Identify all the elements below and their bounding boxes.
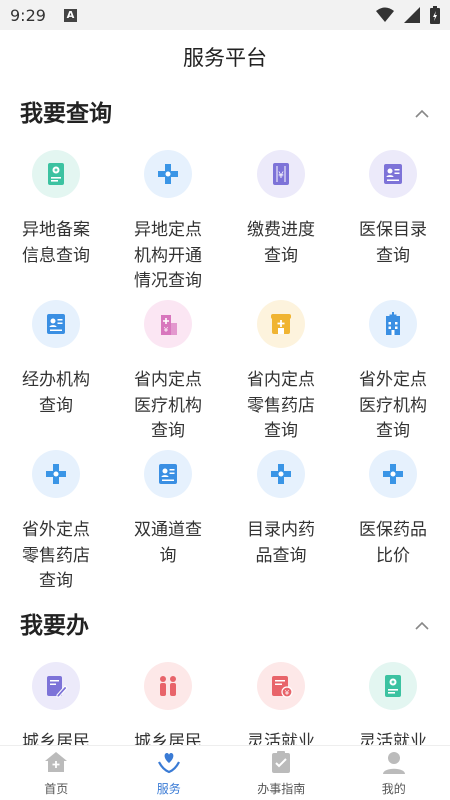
family-icon: [144, 662, 192, 710]
query-item-label: 目录内药品查询: [247, 520, 315, 566]
bottom-tab-bar: 首页 服务 办事指南 我的: [0, 745, 450, 800]
tab-label: 首页: [44, 781, 69, 796]
query-item-label: 缴费进度查询: [247, 220, 315, 266]
query-item[interactable]: 双通道查询: [112, 450, 224, 569]
tab-label: 服务: [156, 781, 181, 796]
tab-label: 办事指南: [257, 781, 306, 796]
document-badge-icon: [369, 662, 417, 710]
do-item[interactable]: 城乡居民: [112, 662, 224, 756]
query-item[interactable]: 经办机构查询: [0, 300, 112, 419]
checklist-icon: [268, 750, 294, 778]
tab-heart-hands[interactable]: 服务: [113, 746, 226, 800]
profile-card-icon: [144, 450, 192, 498]
hospital-icon: [369, 300, 417, 348]
query-item-label: 异地备案信息查询: [22, 220, 90, 266]
document-badge-icon: [32, 150, 80, 198]
tab-home[interactable]: 首页: [0, 746, 113, 800]
medical-cross-icon: [144, 150, 192, 198]
query-item[interactable]: 医保目录查询: [337, 150, 449, 269]
svg-text:¥: ¥: [285, 689, 290, 697]
yuan-receipt-icon: ¥: [257, 150, 305, 198]
query-item[interactable]: ¥ 缴费进度查询: [225, 150, 337, 269]
medical-cross-icon: [32, 450, 80, 498]
signal-icon: [404, 7, 420, 23]
query-section-title: 我要查询: [20, 101, 112, 127]
battery-icon: [430, 6, 440, 24]
query-item-label: 医保药品比价: [359, 520, 427, 566]
query-item[interactable]: 省外定点医疗机构查询: [337, 300, 449, 445]
do-section-title: 我要办: [20, 613, 89, 639]
query-item-label: 省内定点零售药店查询: [247, 370, 315, 441]
query-item[interactable]: 医保药品比价: [337, 450, 449, 569]
query-item-label: 省内定点医疗机构查询: [134, 370, 202, 441]
chevron-up-icon[interactable]: [414, 618, 430, 634]
user-icon: [381, 750, 407, 778]
query-item[interactable]: 异地定点机构开通情况查询: [112, 150, 224, 295]
query-item[interactable]: 省内定点零售药店查询: [225, 300, 337, 445]
query-item-label: 异地定点机构开通情况查询: [134, 220, 202, 291]
profile-card-icon: [32, 300, 80, 348]
pharmacy-store-icon: [257, 300, 305, 348]
notification-a-icon: A: [63, 8, 77, 22]
wifi-icon: [376, 7, 394, 22]
tab-user[interactable]: 我的: [338, 746, 450, 800]
query-item[interactable]: 异地备案信息查询: [0, 150, 112, 269]
query-item[interactable]: ¥ 省内定点医疗机构查询: [112, 300, 224, 445]
query-item[interactable]: 目录内药品查询: [225, 450, 337, 569]
edit-document-icon: [32, 662, 80, 710]
heart-hands-icon: [156, 750, 182, 778]
medical-cross-icon: [369, 450, 417, 498]
home-icon: [43, 750, 69, 778]
query-item-label: 医保目录查询: [359, 220, 427, 266]
do-item[interactable]: 城乡居民: [0, 662, 112, 756]
status-bar: 9:29 A: [0, 0, 450, 30]
tab-label: 我的: [381, 781, 406, 796]
query-item-label: 省外定点医疗机构查询: [359, 370, 427, 441]
id-card-icon: [369, 150, 417, 198]
page-title: 服务平台: [183, 46, 267, 70]
do-item[interactable]: 灵活就业: [337, 662, 449, 756]
tab-checklist[interactable]: 办事指南: [225, 746, 338, 800]
svg-text:¥: ¥: [164, 326, 169, 334]
yuan-document-icon: ¥: [257, 662, 305, 710]
query-item[interactable]: 省外定点零售药店查询: [0, 450, 112, 595]
query-item-label: 双通道查询: [134, 520, 202, 566]
query-item-label: 经办机构查询: [22, 370, 90, 416]
status-time: 9:29: [10, 5, 46, 25]
svg-text:¥: ¥: [278, 171, 284, 181]
query-item-label: 省外定点零售药店查询: [22, 520, 90, 591]
hospital-building-icon: ¥: [144, 300, 192, 348]
chevron-up-icon[interactable]: [414, 106, 430, 122]
medical-cross-icon: [257, 450, 305, 498]
do-item[interactable]: ¥ 灵活就业: [225, 662, 337, 756]
